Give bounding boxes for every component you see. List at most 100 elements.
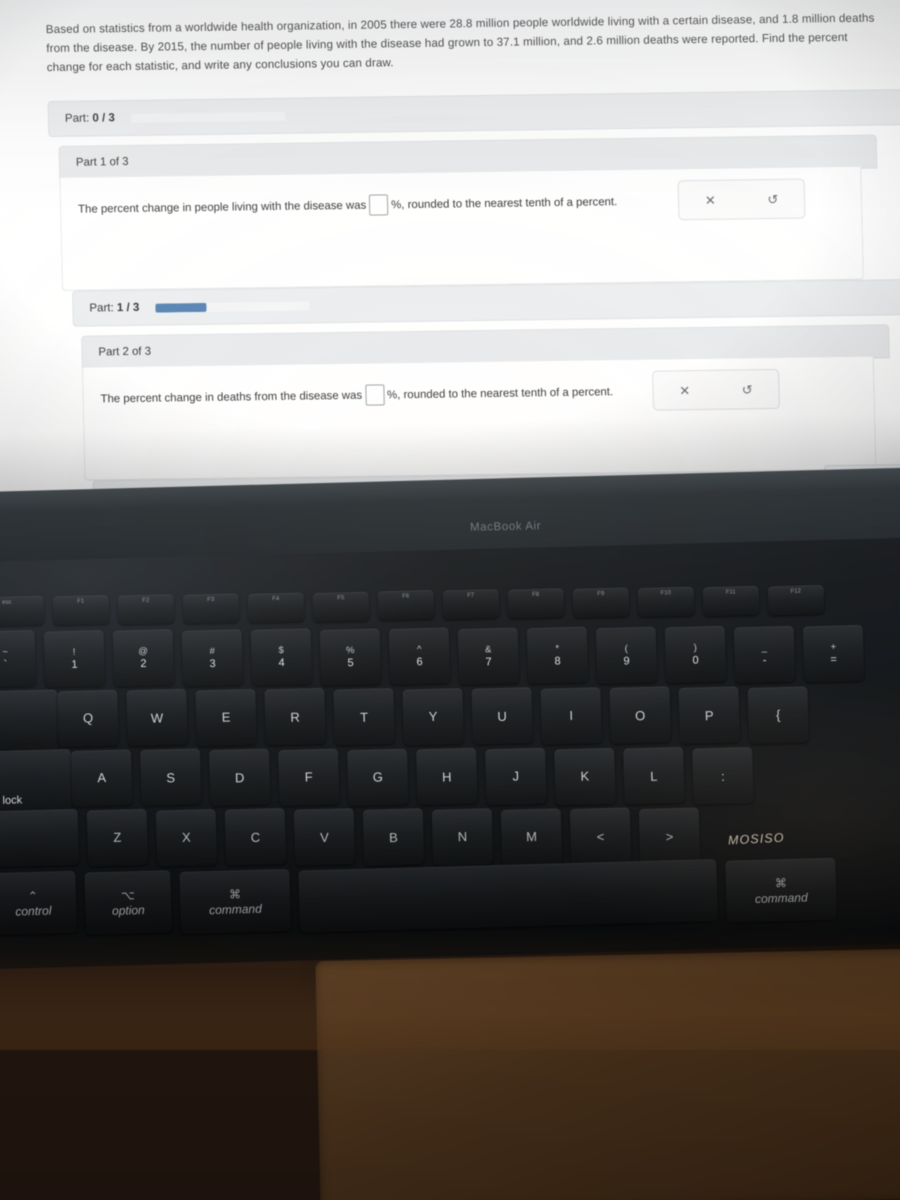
key-e[interactable]: E — [195, 688, 257, 747]
key-4[interactable]: $4 — [250, 628, 313, 686]
key-f4-launchpad[interactable]: F4 — [247, 592, 305, 623]
key-control-label: control — [15, 903, 52, 919]
palmrest-cover — [315, 948, 900, 1200]
key-f2-brightness-up[interactable]: F2 — [117, 593, 175, 625]
key-d[interactable]: D — [208, 748, 271, 807]
key-k[interactable]: K — [554, 747, 616, 806]
key-0-shift-label: ) — [693, 642, 698, 654]
display-plane: Based on statistics from a worldwide hea… — [0, 0, 900, 520]
key-s[interactable]: S — [139, 748, 202, 807]
key-h[interactable]: H — [416, 747, 478, 806]
key-5-shift-label: % — [345, 644, 355, 656]
key-command-left[interactable]: ⌘ command — [179, 868, 292, 934]
undo-icon[interactable]: ↺ — [716, 382, 779, 397]
key-9-shift-label: ( — [624, 642, 629, 654]
key-t[interactable]: T — [333, 687, 395, 746]
key-option-label: option — [111, 902, 145, 918]
key-3[interactable]: #3 — [181, 628, 244, 687]
key-bracket-left[interactable]: { — [747, 685, 809, 744]
key-7[interactable]: & 7 — [457, 626, 520, 685]
undo-icon[interactable]: ↺ — [741, 191, 804, 206]
key-period[interactable]: > — [638, 807, 701, 866]
key-6[interactable]: ^ 6 — [388, 627, 451, 686]
key-comma[interactable]: < — [569, 807, 632, 866]
key-4-label: 4 — [278, 656, 285, 670]
part-1-answer-input[interactable] — [368, 194, 389, 216]
key-equals[interactable]: + = — [802, 624, 865, 683]
key-9-label: 9 — [623, 654, 630, 668]
key-f3-mission-control[interactable]: F3 — [182, 592, 240, 624]
key-f11-volume-down[interactable]: F11 — [702, 585, 760, 617]
part-2-sentence-after: %, rounded to the nearest tenth of a per… — [386, 385, 614, 401]
key-z[interactable]: Z — [86, 808, 149, 867]
part-1-toolbox: ✕ ↺ — [677, 178, 806, 221]
key-space[interactable] — [298, 859, 718, 933]
key-8[interactable]: * 8 — [526, 626, 589, 685]
key-o[interactable]: O — [609, 686, 671, 745]
key-p[interactable]: P — [678, 686, 740, 744]
page-gutter — [0, 0, 34, 512]
key-tilde-label: ` — [3, 658, 8, 671]
key-y[interactable]: Y — [402, 687, 464, 746]
key-8-label: 8 — [554, 655, 561, 668]
key-g[interactable]: G — [347, 748, 409, 806]
key-9[interactable]: (9 — [595, 626, 658, 684]
key-equals-shift-label: + — [830, 641, 837, 653]
key-shift-left[interactable] — [0, 808, 80, 869]
part-progress-value-1: 1 / 3 — [116, 301, 140, 315]
part-2-answer-input[interactable] — [364, 384, 385, 406]
key-7-label: 7 — [485, 655, 492, 668]
key-command-right[interactable]: ⌘ command — [725, 857, 837, 923]
key-f8-play-pause[interactable]: F8 — [507, 588, 565, 619]
key-f10-mute[interactable]: F10 — [637, 586, 695, 618]
key-r[interactable]: R — [264, 688, 326, 746]
key-n[interactable]: N — [431, 808, 494, 866]
key-semicolon[interactable]: : — [692, 746, 754, 805]
key-5[interactable]: % 5 — [319, 627, 382, 686]
key-equals-label: = — [830, 653, 838, 666]
key-command-left-symbol: ⌘ — [228, 886, 242, 902]
key-f5-keyboard-brightness-down[interactable]: F5 — [312, 591, 370, 622]
keyboard-deck: esc F1 F2 F3 F4 F5 F6 F7 F8 F9 F10 F11 F12 ~ `! 1 @2 #3 $4… — [0, 512, 900, 970]
progress-bar-1 — [155, 300, 310, 313]
key-f9-fast-forward[interactable]: F9 — [572, 587, 630, 618]
part-2-heading: Part 2 of 3 — [98, 345, 152, 359]
key-c[interactable]: C — [224, 808, 287, 867]
key-tilde-shift-label: ~ — [2, 646, 9, 658]
key-f1-brightness-down[interactable]: F1 — [52, 594, 110, 626]
key-tilde[interactable]: ~ ` — [0, 629, 37, 688]
problem-statement: Based on statistics from a worldwide hea… — [45, 11, 875, 74]
key-option[interactable]: ⌥ option — [84, 870, 173, 935]
key-j[interactable]: J — [485, 747, 547, 806]
key-8-shift-label: * — [555, 643, 560, 655]
key-0-label: 0 — [692, 654, 699, 667]
key-f7-rewind[interactable]: F7 — [442, 589, 500, 620]
key-f6-keyboard-brightness-up[interactable]: F6 — [377, 590, 435, 621]
key-i[interactable]: I — [540, 686, 602, 745]
key-control[interactable]: ⌃ control — [0, 870, 78, 936]
key-0[interactable]: ) 0 — [664, 625, 727, 684]
key-tab[interactable]: tab — [0, 689, 59, 753]
key-f12-volume-up[interactable]: F12 — [767, 584, 825, 616]
key-x[interactable]: X — [155, 808, 218, 867]
key-b[interactable]: B — [362, 808, 425, 866]
key-v[interactable]: V — [293, 808, 356, 866]
key-caps-lock[interactable]: caps lock — [0, 748, 73, 813]
key-a[interactable]: A — [70, 748, 133, 807]
part-progress-label-1: Part: 1 / 3 — [89, 302, 139, 315]
key-l[interactable]: L — [623, 747, 685, 805]
progress-bar-0 — [130, 111, 285, 123]
clear-icon[interactable]: ✕ — [679, 192, 742, 207]
key-1[interactable]: ! 1 — [43, 629, 106, 688]
part-progress-prefix-0: Part: — [64, 112, 90, 125]
clear-icon[interactable]: ✕ — [653, 383, 716, 398]
key-2[interactable]: @2 — [112, 629, 175, 687]
key-esc[interactable]: esc — [0, 595, 45, 627]
photo-scene: Based on statistics from a worldwide hea… — [0, 0, 900, 1200]
key-q[interactable]: Q — [57, 689, 119, 747]
key-m[interactable]: M — [500, 807, 563, 866]
key-minus[interactable]: _ - — [733, 625, 796, 683]
key-u[interactable]: U — [471, 687, 533, 745]
key-f[interactable]: F — [277, 748, 340, 806]
key-w[interactable]: W — [126, 688, 188, 747]
